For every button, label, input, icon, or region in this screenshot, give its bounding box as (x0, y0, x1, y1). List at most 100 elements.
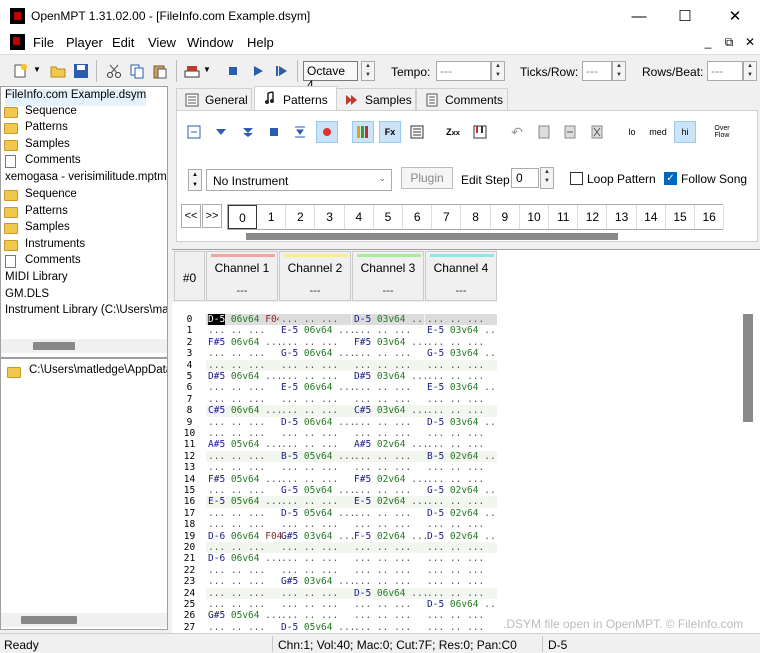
rows-per-beat-spinner[interactable]: ▲ ▼ (743, 61, 757, 81)
quality-hi-button[interactable]: hi (674, 121, 696, 143)
pattern-cell[interactable]: ... .. ... (279, 360, 351, 371)
order-cell[interactable]: 3 (315, 205, 345, 229)
order-next-button[interactable]: >> (202, 204, 222, 228)
pattern-cell[interactable]: A#5 02v64 ... (352, 439, 428, 450)
play-from-start-icon[interactable] (273, 63, 289, 79)
pattern-cell[interactable]: D-5 06v64 F04 (206, 314, 282, 326)
instrument-spinner[interactable]: ▲ ▼ (188, 169, 202, 191)
pattern-cell[interactable]: ... .. ... (425, 496, 497, 507)
tab-comments[interactable]: Comments (416, 88, 508, 110)
pattern-cell[interactable]: ... .. ... (425, 553, 497, 564)
pattern-cell[interactable]: ... .. ... (352, 519, 424, 530)
pattern-cell[interactable]: C#5 03v64 ... (352, 405, 428, 416)
pattern-cell[interactable]: B-5 02v64 ... (425, 451, 497, 462)
pattern-scrollbar-thumb[interactable] (743, 314, 753, 422)
pattern-cell[interactable]: G#5 03v64 ... (279, 576, 355, 587)
pattern-cell[interactable]: ... .. ... (206, 462, 278, 473)
pattern-cell[interactable]: ... .. ... (279, 462, 351, 473)
tree-item-sequence[interactable]: Sequence (25, 105, 77, 122)
pattern-cell[interactable]: ... .. ... (279, 474, 351, 485)
channel-manager-icon[interactable] (352, 121, 374, 143)
pattern-cell[interactable]: ... .. ... (206, 508, 278, 519)
document-icon[interactable] (10, 34, 25, 50)
pattern-cell[interactable]: B-5 05v64 ... (279, 451, 355, 462)
pattern-cell[interactable]: D-5 05v64 ... (279, 622, 355, 633)
pattern-cell[interactable]: D-5 03v64 ... (352, 314, 428, 326)
ticks-per-row-field[interactable]: --- (582, 61, 612, 81)
pattern-cell[interactable]: E-5 03v64 ... (425, 325, 497, 336)
pattern-cell[interactable]: ... .. ... (425, 314, 497, 326)
pattern-cell[interactable]: ... .. ... (352, 485, 424, 496)
pattern-cell[interactable]: ... .. ... (279, 405, 351, 416)
tree-horizontal-scrollbar[interactable] (1, 339, 167, 353)
pattern-cell[interactable]: ... .. ... (425, 565, 497, 576)
rows-per-beat-field[interactable]: --- (707, 61, 743, 81)
pattern-cell[interactable]: A#5 05v64 ... (206, 439, 282, 450)
pattern-cell[interactable]: ... .. ... (352, 553, 424, 564)
pattern-cell[interactable]: ... .. ... (279, 394, 351, 405)
menu-edit[interactable]: Edit (112, 35, 134, 50)
pattern-cell[interactable]: ... .. ... (352, 382, 424, 393)
pattern-cell[interactable]: ... .. ... (425, 588, 497, 599)
pattern-cell[interactable]: ... .. ... (352, 325, 424, 336)
tree-item-gm-dls[interactable]: GM.DLS (5, 288, 49, 305)
paste-icon[interactable] (152, 63, 168, 79)
tree-item-instruments[interactable]: Instruments (25, 238, 85, 255)
pattern-cell[interactable]: ... .. ... (206, 542, 278, 553)
tree-item-samples[interactable]: Samples (25, 221, 70, 238)
pattern-cell[interactable]: G#5 03v64 ... (279, 531, 355, 542)
pattern-cell[interactable]: ... .. ... (425, 622, 497, 633)
record-icon[interactable] (316, 121, 338, 143)
pattern-cell[interactable]: ... .. ... (425, 360, 497, 371)
pattern-cell[interactable]: D-5 02v64 ... (425, 531, 497, 542)
tree-item-path[interactable]: C:\Users\matledge\AppData (29, 364, 167, 381)
pattern-cell[interactable]: ... .. ... (206, 348, 278, 359)
pattern-cell[interactable]: ... .. ... (206, 485, 278, 496)
pattern-cell[interactable]: ... .. ... (279, 428, 351, 439)
tree-item-patterns[interactable]: Patterns (25, 121, 68, 138)
octave-field[interactable]: Octave 4 (303, 61, 358, 92)
cut-icon[interactable] (106, 63, 122, 79)
save-icon[interactable] (73, 63, 89, 79)
order-cell[interactable]: 10 (520, 205, 549, 229)
pattern-cell[interactable]: D-5 05v64 ... (279, 508, 355, 519)
pattern-cell[interactable]: ... .. ... (425, 439, 497, 450)
pattern-cell[interactable]: D-5 03v64 ... (425, 417, 497, 428)
tempo-spinner[interactable]: ▲ ▼ (491, 61, 505, 81)
pattern-cell[interactable]: G-5 03v64 ... (425, 348, 497, 359)
order-cell[interactable]: 0 (228, 205, 257, 229)
pattern-cell[interactable]: ... .. ... (352, 610, 424, 621)
pattern-cell[interactable]: ... .. ... (279, 542, 351, 553)
pattern-cell[interactable]: ... .. ... (206, 394, 278, 405)
order-cell[interactable]: 5 (374, 205, 403, 229)
pattern-cell[interactable]: ... .. ... (352, 348, 424, 359)
maximize-button[interactable]: ☐ (662, 0, 708, 32)
edit-step-field[interactable]: 0 (511, 168, 539, 188)
tab-samples[interactable]: Samples (336, 88, 416, 110)
tree-item-comments[interactable]: Comments (25, 254, 81, 271)
pattern-cell[interactable]: ... .. ... (425, 405, 497, 416)
pattern-cell[interactable]: ... .. ... (425, 542, 497, 553)
play-icon[interactable] (250, 63, 266, 79)
order-cell[interactable]: 6 (403, 205, 433, 229)
pattern-cell[interactable]: ... .. ... (352, 576, 424, 587)
pattern-cell[interactable]: E-5 03v64 ... (425, 382, 497, 393)
pattern-cell[interactable]: ... .. ... (206, 360, 278, 371)
pattern-cell[interactable]: ... .. ... (425, 519, 497, 530)
zoom-icon[interactable]: Zxx (442, 121, 464, 143)
channel-header[interactable]: Channel 4 --- (425, 251, 497, 301)
menu-view[interactable]: View (148, 35, 176, 50)
pattern-cell[interactable]: G#5 05v64 ... (206, 610, 282, 621)
channel-header[interactable]: Channel 3 --- (352, 251, 424, 301)
pattern-cell[interactable]: F#5 05v64 ... (206, 474, 282, 485)
pattern-cell[interactable]: ... .. ... (279, 337, 351, 348)
effects-icon[interactable]: Fx (379, 121, 401, 143)
pattern-cell[interactable]: ... .. ... (279, 565, 351, 576)
tempo-field[interactable]: --- (436, 61, 491, 81)
pattern-cell[interactable]: ... .. ... (206, 417, 278, 428)
new-dropdown-icon[interactable]: ▼ (33, 65, 41, 74)
quality-med-button[interactable]: med (647, 121, 669, 143)
pattern-cell[interactable]: ... .. ... (352, 451, 424, 462)
next-pattern-icon[interactable] (237, 121, 259, 143)
pattern-cell[interactable]: D#5 03v64 ... (352, 371, 428, 382)
